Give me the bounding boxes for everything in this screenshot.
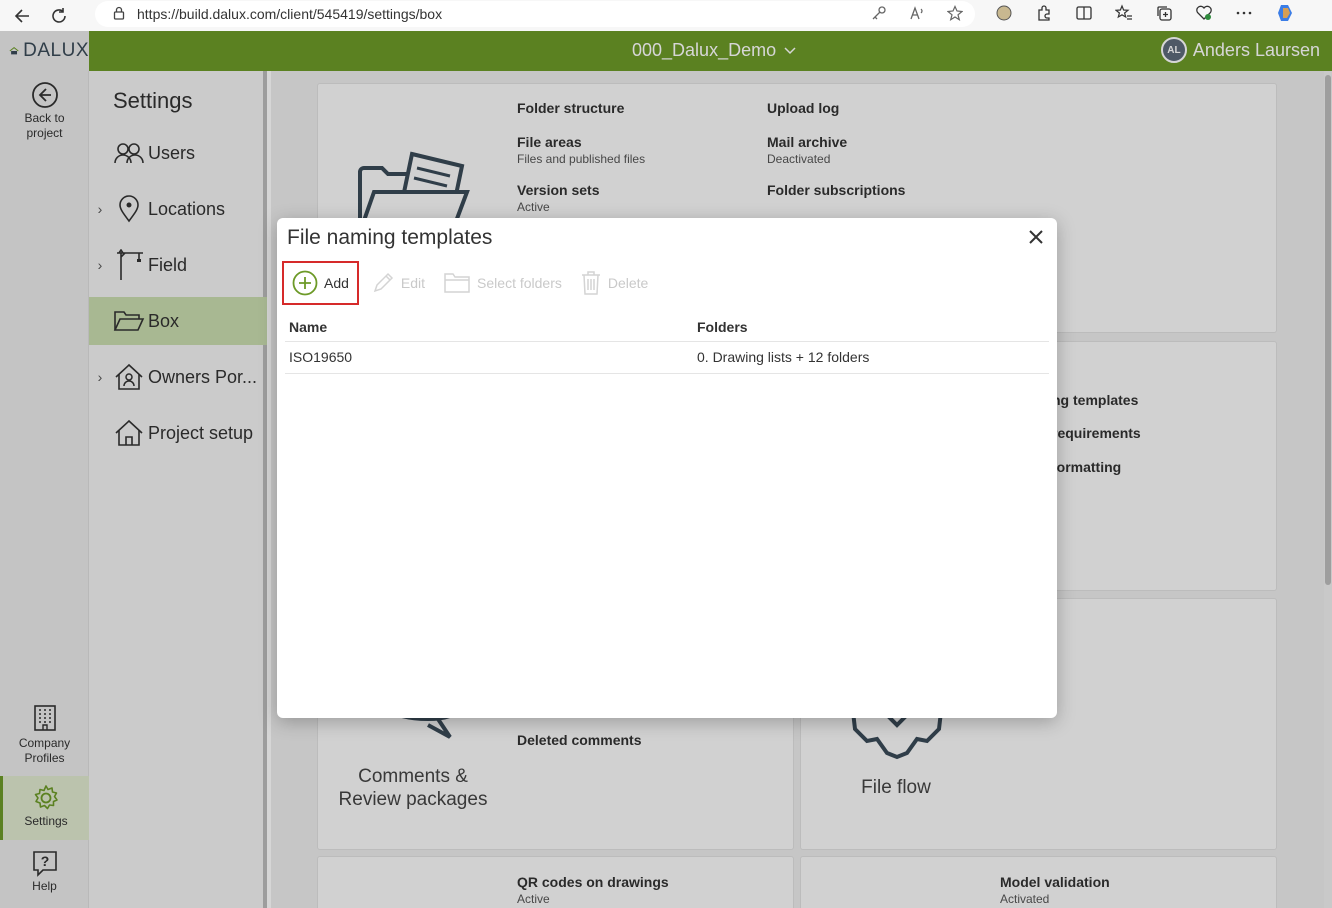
- add-label: Add: [324, 275, 349, 291]
- profile-extension-icon[interactable]: [995, 4, 1013, 27]
- template-name-cell: ISO19650: [289, 349, 353, 365]
- template-folders-cell: 0. Drawing lists + 12 folders: [697, 349, 870, 365]
- health-heart-icon[interactable]: [1195, 4, 1213, 27]
- column-header-folders[interactable]: Folders: [697, 319, 748, 335]
- more-options-icon[interactable]: [1235, 4, 1253, 27]
- select-folders-label: Select folders: [477, 275, 562, 291]
- delete-button[interactable]: Delete: [571, 261, 657, 305]
- key-icon[interactable]: [871, 5, 887, 24]
- delete-label: Delete: [607, 275, 649, 291]
- edit-button[interactable]: Edit: [362, 261, 434, 305]
- close-button[interactable]: [1025, 226, 1047, 248]
- favorite-star-icon[interactable]: [946, 5, 964, 24]
- dialog-title: File naming templates: [287, 226, 493, 249]
- table-header: Name Folders: [285, 318, 1049, 342]
- favorites-list-icon[interactable]: [1114, 4, 1133, 27]
- address-bar[interactable]: https://build.dalux.com/client/545419/se…: [95, 1, 975, 27]
- collections-icon[interactable]: [1155, 4, 1173, 27]
- select-folders-button[interactable]: Select folders: [434, 261, 571, 305]
- add-circle-icon: [292, 270, 318, 296]
- extensions-puzzle-icon[interactable]: [1035, 4, 1053, 27]
- edit-label: Edit: [400, 275, 426, 291]
- lock-icon: [113, 6, 125, 23]
- url-text: https://build.dalux.com/client/545419/se…: [137, 6, 443, 22]
- file-naming-templates-dialog: File naming templates Add Edit Select fo…: [277, 218, 1057, 718]
- folder-icon: [444, 273, 470, 293]
- browser-toolbar: https://build.dalux.com/client/545419/se…: [0, 0, 1332, 31]
- table-row[interactable]: ISO19650 0. Drawing lists + 12 folders: [285, 342, 1049, 374]
- refresh-icon[interactable]: [44, 4, 74, 28]
- close-icon: [1029, 230, 1043, 244]
- read-aloud-icon[interactable]: [909, 5, 925, 24]
- dialog-toolbar: Add Edit Select folders Delete: [282, 260, 657, 306]
- trash-icon: [581, 271, 600, 295]
- add-button[interactable]: Add: [282, 261, 359, 305]
- column-header-name[interactable]: Name: [289, 319, 327, 335]
- pencil-icon: [373, 272, 393, 293]
- back-arrow-icon[interactable]: [7, 4, 37, 28]
- split-screen-icon[interactable]: [1075, 4, 1093, 27]
- copilot-icon[interactable]: [1275, 3, 1295, 28]
